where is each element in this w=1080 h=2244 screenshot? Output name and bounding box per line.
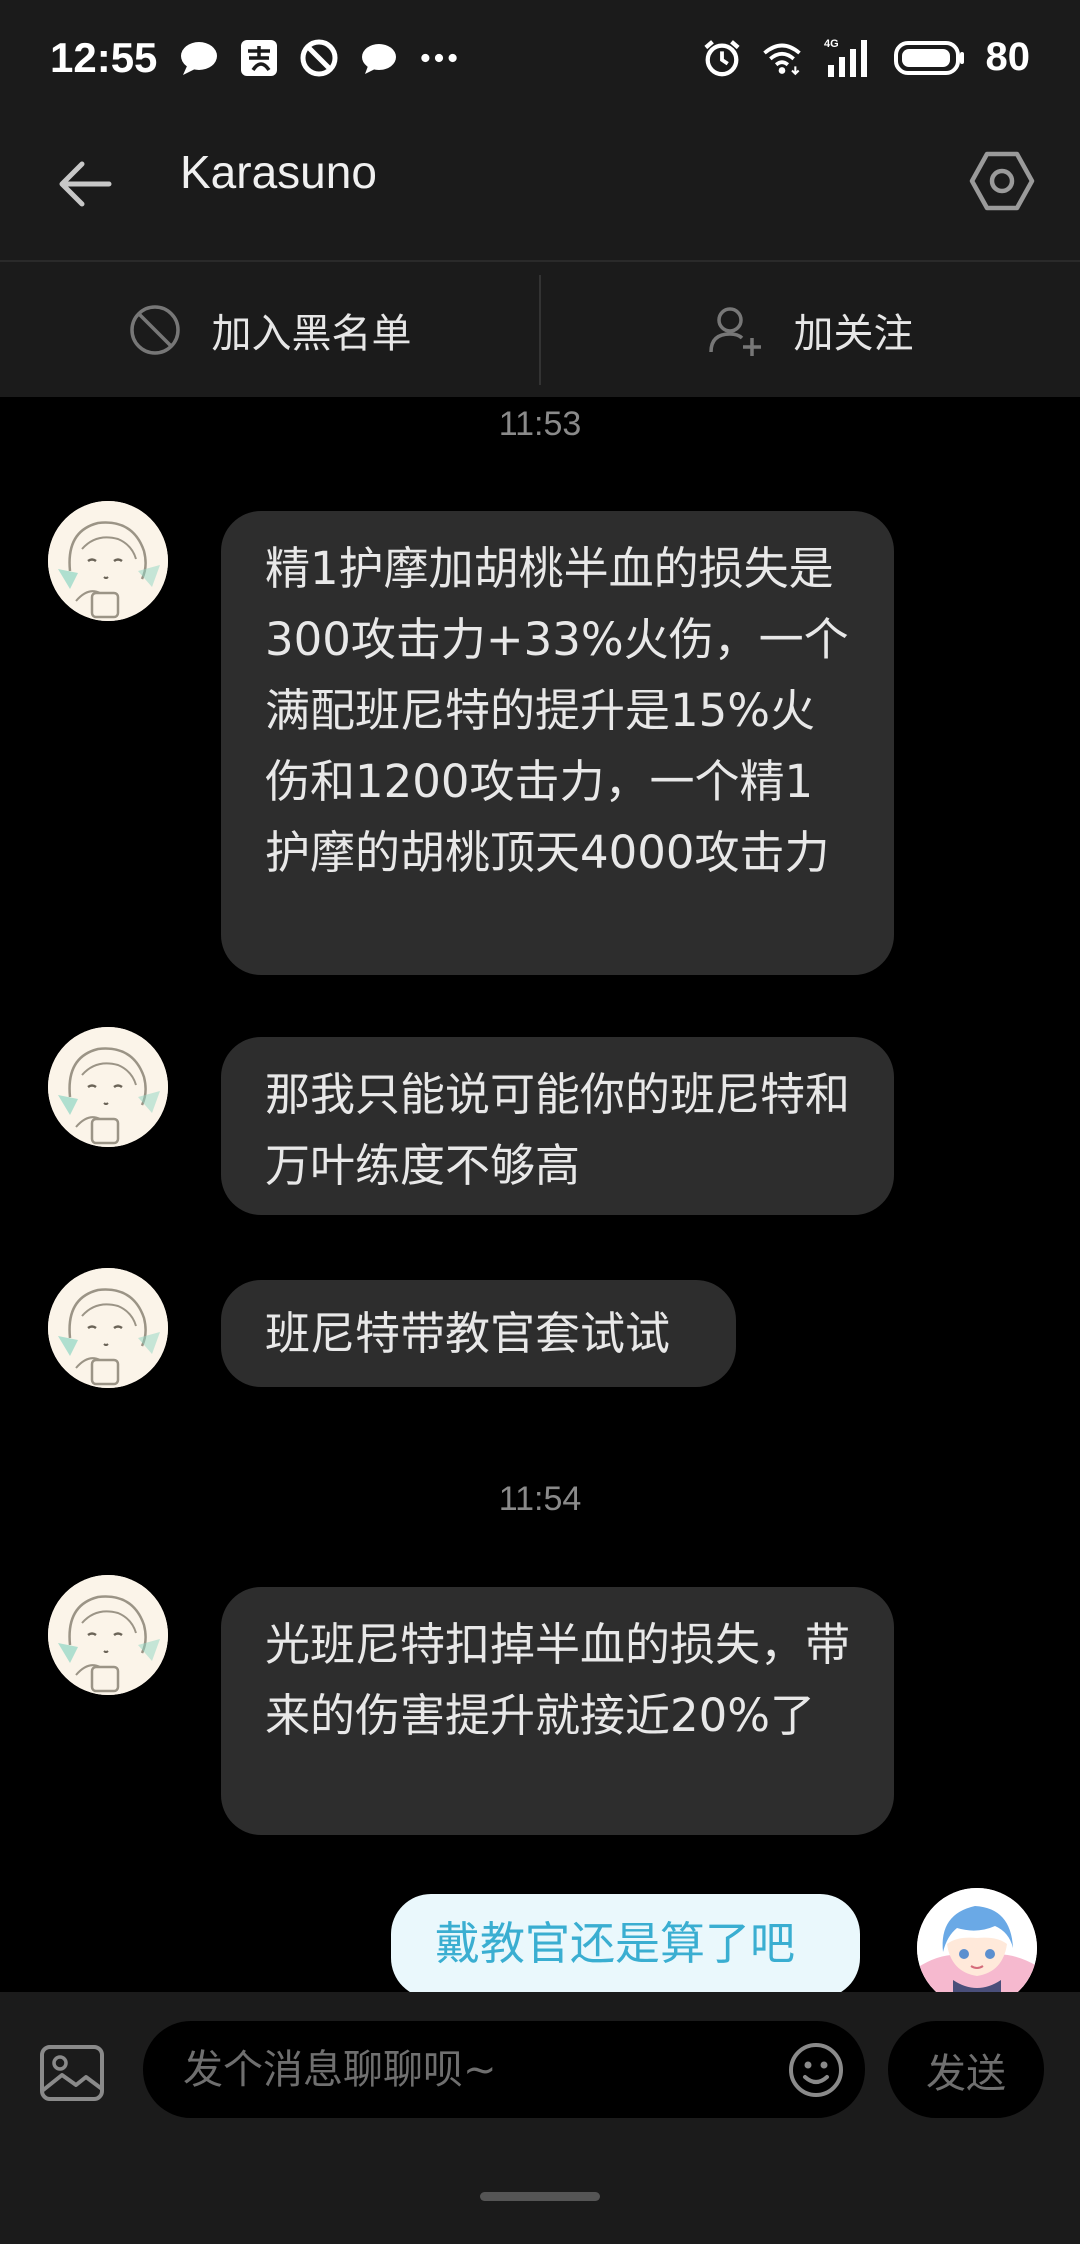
input-bar: 发送 xyxy=(0,1992,1080,2244)
message-bubble[interactable]: 那我只能说可能你的班尼特和万叶练度不够高 xyxy=(221,1037,894,1215)
blue-hair-avatar-icon xyxy=(917,1888,1037,1992)
block-icon xyxy=(129,304,180,355)
action-bar: 加入黑名单 加关注 xyxy=(0,260,1080,397)
message-bubble[interactable]: 光班尼特扣掉半血的损失，带来的伤害提升就接近20%了 xyxy=(221,1587,894,1835)
follow-label: 加关注 xyxy=(793,310,914,357)
battery-level: 80 xyxy=(985,35,1031,79)
message-bubble[interactable]: 班尼特带教官套试试 xyxy=(221,1280,736,1387)
avatar[interactable] xyxy=(48,1027,168,1147)
chat-messages[interactable]: 11:53 精1护摩加胡桃半血的损失是300攻击力+33%火伤，一个满配班尼特的… xyxy=(0,397,1080,1992)
follow-button[interactable]: 加关注 xyxy=(541,262,1080,397)
avatar[interactable] xyxy=(48,501,168,621)
self-message-bubble[interactable]: 戴教官还是算了吧 xyxy=(391,1894,860,1992)
smiley-icon xyxy=(789,2043,843,2097)
battery-icon xyxy=(893,38,966,78)
status-time: 12:55 xyxy=(50,33,158,81)
back-button[interactable] xyxy=(50,149,120,219)
system-status: 4G 80 xyxy=(702,35,1031,80)
settings-button[interactable] xyxy=(964,143,1040,219)
more-dots-icon xyxy=(419,38,459,78)
message-bubble[interactable]: 精1护摩加胡桃半血的损失是300攻击力+33%火伤，一个满配班尼特的提升是15%… xyxy=(221,511,894,975)
status-bar: 12:55 4G 80 xyxy=(0,0,1080,115)
do-not-disturb-icon xyxy=(299,38,339,78)
chat-bubble-icon xyxy=(179,38,219,78)
anime-girl-avatar-icon xyxy=(48,1575,168,1695)
image-picker-button[interactable] xyxy=(38,2039,106,2107)
avatar[interactable] xyxy=(48,1575,168,1695)
timestamp: 11:53 xyxy=(498,405,582,443)
alipay-icon xyxy=(239,38,279,78)
anime-girl-avatar-icon xyxy=(48,1268,168,1388)
anime-girl-avatar-icon xyxy=(48,501,168,621)
add-to-blacklist-button[interactable]: 加入黑名单 xyxy=(0,262,539,397)
emoji-button[interactable] xyxy=(787,2041,845,2099)
message-icon xyxy=(359,38,399,78)
wifi-icon xyxy=(762,38,802,78)
send-button[interactable]: 发送 xyxy=(888,2021,1044,2118)
self-avatar[interactable] xyxy=(917,1888,1037,1992)
avatar[interactable] xyxy=(48,1268,168,1388)
anime-girl-avatar-icon xyxy=(48,1027,168,1147)
cellular-signal-icon: 4G xyxy=(822,38,874,78)
chat-title: Karasuno xyxy=(180,146,377,198)
alarm-icon xyxy=(702,38,742,78)
home-indicator[interactable] xyxy=(480,2192,600,2201)
blacklist-label: 加入黑名单 xyxy=(211,310,412,357)
notification-icons xyxy=(179,38,459,78)
hexagon-settings-icon xyxy=(969,151,1035,211)
timestamp: 11:54 xyxy=(498,1480,582,1518)
svg-text:4G: 4G xyxy=(824,38,839,50)
arrow-left-icon xyxy=(59,161,112,207)
message-input[interactable] xyxy=(183,2021,783,2118)
add-user-icon xyxy=(708,306,761,356)
image-icon xyxy=(40,2045,104,2101)
chat-header: Karasuno xyxy=(0,115,1080,260)
message-input-container xyxy=(143,2021,865,2118)
